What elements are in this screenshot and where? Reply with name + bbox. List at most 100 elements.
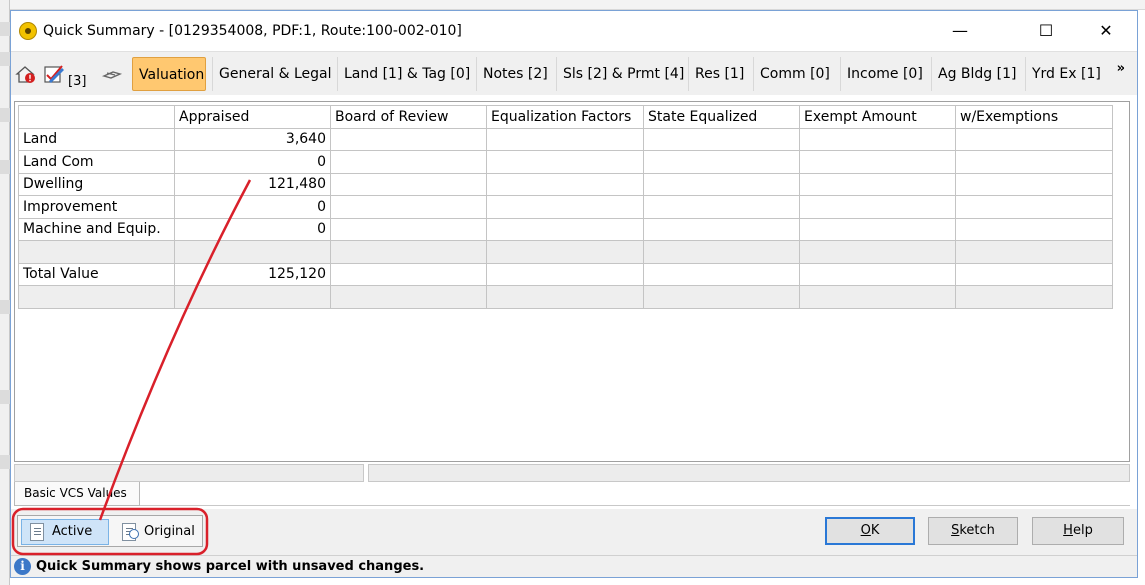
row-label: Land Com [18, 150, 175, 174]
grid-cell[interactable] [643, 127, 800, 151]
original-mode-button[interactable]: Original [113, 519, 199, 545]
grid-cell[interactable] [330, 195, 487, 219]
tab-notes[interactable]: Notes [2] [476, 57, 551, 91]
grid-cell [486, 285, 644, 309]
grid-cell[interactable] [486, 262, 644, 286]
app-logo-icon [19, 22, 37, 40]
grid-cell[interactable] [643, 217, 800, 241]
grid-cell[interactable] [643, 150, 800, 174]
quick-summary-window: Quick Summary - [0129354008, PDF:1, Rout… [10, 10, 1138, 578]
tab-ag-bldg[interactable]: Ag Bldg [1] [931, 57, 1019, 91]
column-header-board-of-review[interactable]: Board of Review [330, 105, 487, 129]
table-row-total: Total Value 125,120 [18, 262, 1113, 286]
row-label [18, 285, 175, 309]
edit-check-icon[interactable] [43, 63, 65, 85]
appraised-cell[interactable]: 0 [174, 217, 331, 241]
row-label: Machine and Equip. [18, 217, 175, 241]
table-row-spacer [18, 285, 1113, 309]
more-tabs-chevron-icon[interactable]: » [1117, 61, 1125, 76]
edit-count: [3] [68, 74, 87, 89]
grid-header-row: Appraised Board of Review Equalization F… [18, 105, 1113, 129]
horizontal-scrollbar-right[interactable] [368, 464, 1130, 482]
grid-cell[interactable] [955, 172, 1113, 196]
sketch-button[interactable]: Sketch [928, 517, 1018, 545]
minimize-button[interactable]: — [931, 11, 989, 51]
tab-res[interactable]: Res [1] [688, 57, 748, 91]
grid-cell [486, 240, 644, 264]
background-app-edge [0, 0, 10, 585]
grid-cell[interactable] [799, 195, 956, 219]
grid-cell[interactable] [330, 172, 487, 196]
grid-cell[interactable] [955, 127, 1113, 151]
help-button[interactable]: Help [1032, 517, 1124, 545]
tab-yrd-ex[interactable]: Yrd Ex [1] [1025, 57, 1103, 91]
grid-cell [955, 240, 1113, 264]
row-label: Dwelling [18, 172, 175, 196]
house-alert-icon[interactable] [15, 63, 37, 85]
appraised-cell [174, 240, 331, 264]
close-button[interactable]: ✕ [1077, 11, 1135, 51]
window-title: Quick Summary - [0129354008, PDF:1, Rout… [43, 23, 462, 39]
column-header-exempt-amount[interactable]: Exempt Amount [799, 105, 956, 129]
active-mode-button[interactable]: Active [21, 519, 109, 545]
grid-cell[interactable] [486, 195, 644, 219]
status-message: Quick Summary shows parcel with unsaved … [36, 559, 425, 574]
table-row-spacer [18, 240, 1113, 264]
appraised-cell [174, 285, 331, 309]
table-row: Land 3,640 [18, 127, 1113, 151]
mode-toggle-group: Active Original [17, 515, 203, 547]
column-header-state-equalized[interactable]: State Equalized [643, 105, 800, 129]
row-label [18, 240, 175, 264]
tab-land-tag[interactable]: Land [1] & Tag [0] [337, 57, 470, 91]
document-icon [30, 523, 44, 541]
tab-income[interactable]: Income [0] [840, 57, 926, 91]
grid-cell[interactable] [643, 172, 800, 196]
grid-cell[interactable] [799, 150, 956, 174]
appraised-cell[interactable]: 3,640 [174, 127, 331, 151]
grid-cell[interactable] [330, 150, 487, 174]
appraised-cell[interactable]: 0 [174, 150, 331, 174]
grid-cell[interactable] [799, 217, 956, 241]
valuation-grid: Appraised Board of Review Equalization F… [18, 105, 1113, 309]
table-row: Machine and Equip. 0 [18, 217, 1113, 241]
appraised-cell[interactable]: 125,120 [174, 262, 331, 286]
grid-cell[interactable] [330, 127, 487, 151]
original-mode-label: Original [144, 524, 195, 539]
grid-cell[interactable] [799, 172, 956, 196]
grid-cell[interactable] [486, 172, 644, 196]
table-row: Dwelling 121,480 [18, 172, 1113, 196]
grid-cell[interactable] [955, 195, 1113, 219]
grid-cell[interactable] [330, 262, 487, 286]
column-header-equalization-factors[interactable]: Equalization Factors [486, 105, 644, 129]
grid-cell[interactable] [330, 217, 487, 241]
grid-cell [643, 240, 800, 264]
grid-cell[interactable] [955, 217, 1113, 241]
appraised-cell[interactable]: 0 [174, 195, 331, 219]
grid-cell[interactable] [799, 127, 956, 151]
tab-sales-permits[interactable]: Sls [2] & Prmt [4] [556, 57, 684, 91]
grid-cell [955, 285, 1113, 309]
appraised-cell[interactable]: 121,480 [174, 172, 331, 196]
grid-cell[interactable] [643, 262, 800, 286]
grid-cell [799, 240, 956, 264]
column-header-w-exemptions[interactable]: w/Exemptions [955, 105, 1113, 129]
grid-cell[interactable] [486, 127, 644, 151]
row-label: Land [18, 127, 175, 151]
grid-cell[interactable] [955, 150, 1113, 174]
grid-cell[interactable] [486, 150, 644, 174]
link-icon[interactable] [101, 63, 123, 85]
horizontal-scrollbar-left[interactable] [14, 464, 364, 482]
tab-valuation[interactable]: Valuation [132, 57, 206, 91]
tab-comm[interactable]: Comm [0] [753, 57, 835, 91]
grid-cell [643, 285, 800, 309]
column-header-appraised[interactable]: Appraised [174, 105, 331, 129]
grid-cell[interactable] [643, 195, 800, 219]
maximize-button[interactable]: ☐ [1017, 11, 1075, 51]
tab-basic-vcs-values[interactable]: Basic VCS Values [14, 482, 140, 506]
grid-cell[interactable] [486, 217, 644, 241]
grid-cell [330, 240, 487, 264]
grid-cell[interactable] [799, 262, 956, 286]
grid-cell[interactable] [955, 262, 1113, 286]
tab-general-legal[interactable]: General & Legal [212, 57, 332, 91]
ok-button[interactable]: OK [825, 517, 915, 545]
